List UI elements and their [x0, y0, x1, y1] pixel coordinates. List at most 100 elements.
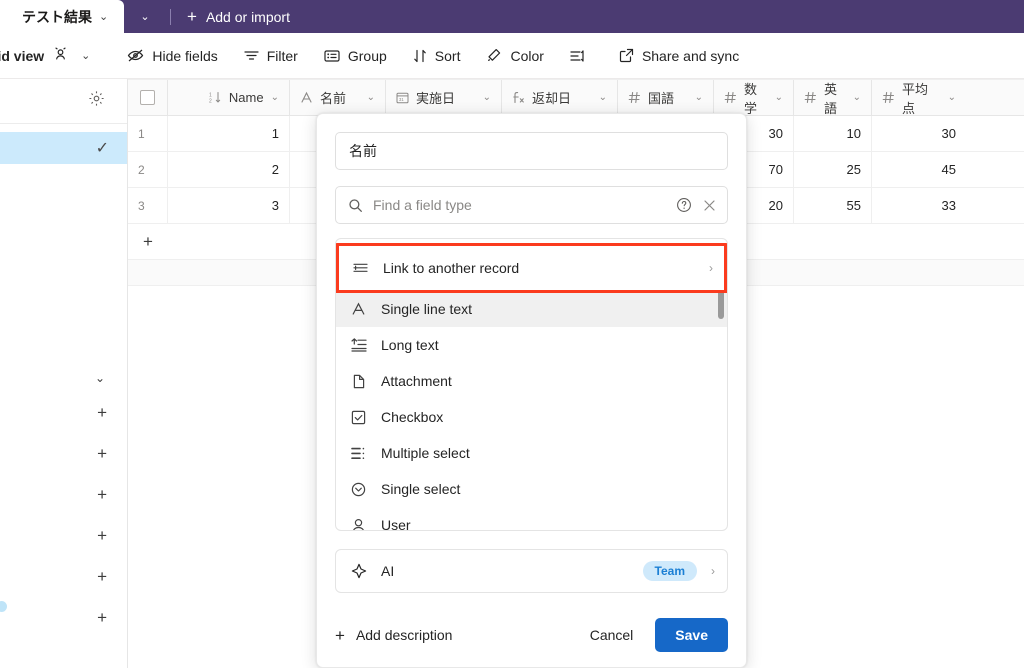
sidebar-item-selected[interactable]: ✓ — [0, 132, 127, 164]
sidebar-section-collapse[interactable]: ⌄ — [0, 364, 127, 392]
calendar-icon: 31 — [396, 91, 409, 104]
color-button[interactable]: Color — [473, 42, 556, 70]
plus-icon: + — [335, 625, 345, 645]
ai-label: AI — [381, 563, 395, 579]
sort-label: Sort — [434, 47, 461, 64]
column-header-heikinten[interactable]: 平均点 ⌄ — [872, 80, 966, 116]
cell-eigo[interactable]: 10 — [794, 116, 872, 151]
column-header-label: 平均点 — [902, 81, 929, 116]
search-icon — [348, 198, 363, 213]
field-type-checkbox[interactable]: Checkbox — [336, 399, 727, 435]
sidebar-add-item[interactable]: + — [0, 433, 127, 474]
column-header-eigo[interactable]: 英語 ⌄ — [794, 80, 872, 116]
group-label: Group — [347, 47, 387, 64]
help-circle-icon[interactable] — [676, 197, 692, 213]
cell-heikinten[interactable]: 33 — [872, 188, 966, 223]
cell-eigo[interactable]: 25 — [794, 152, 872, 187]
column-header-namae[interactable]: 名前 ⌄ — [290, 80, 386, 115]
column-header-suugaku[interactable]: 数学 ⌄ — [714, 80, 794, 116]
group-icon — [324, 49, 340, 63]
user-icon — [350, 518, 367, 530]
field-editor-popup: 名前 Find a field type Link to another rec… — [316, 113, 747, 668]
field-name-input[interactable]: 名前 — [335, 132, 728, 170]
cell-name[interactable]: 2 — [168, 152, 290, 187]
share-and-sync-button[interactable]: Share and sync — [606, 42, 752, 70]
column-header-label: 英語 — [824, 81, 838, 116]
plus-icon: + — [97, 607, 107, 627]
chevron-down-icon[interactable]: ⌄ — [695, 92, 703, 103]
search-input[interactable]: Find a field type — [373, 197, 666, 213]
column-header-label: 名前 — [320, 91, 347, 106]
filter-label: Filter — [266, 47, 298, 64]
cell-heikinten[interactable]: 30 — [872, 116, 966, 151]
checkbox-icon[interactable] — [140, 90, 155, 105]
field-type-scroll: Link to another record › Single line tex… — [336, 239, 727, 530]
add-or-import-button[interactable]: + Add or import — [175, 0, 302, 33]
chevron-down-icon[interactable]: ⌄ — [948, 92, 956, 103]
chevron-down-icon[interactable]: ⌄ — [99, 10, 108, 23]
chevron-down-icon[interactable]: ⌄ — [483, 92, 491, 103]
svg-text:2: 2 — [209, 99, 212, 105]
column-header-label: 実施日 — [416, 91, 456, 106]
save-button[interactable]: Save — [655, 618, 728, 652]
field-type-single-line-text[interactable]: Single line text — [336, 291, 727, 327]
long-text-icon — [350, 338, 367, 352]
column-header-henkyakubi[interactable]: 返却日 ⌄ — [502, 80, 618, 115]
chevron-down-icon: ⌄ — [94, 371, 105, 385]
column-header-kokugo[interactable]: 国語 ⌄ — [618, 80, 714, 115]
close-icon[interactable] — [702, 198, 717, 213]
field-type-multiple-select[interactable]: Multiple select — [336, 435, 727, 471]
plus-icon: + — [97, 566, 107, 586]
field-type-label: Single select — [381, 481, 461, 497]
tab-list-chevron-down-icon[interactable]: ⌄ — [124, 0, 166, 33]
field-type-user[interactable]: User — [336, 507, 727, 530]
plus-icon: + — [187, 7, 197, 26]
group-button[interactable]: Group — [311, 42, 400, 70]
view-selector[interactable]: rid view ⌄ — [0, 46, 90, 65]
sidebar-add-item[interactable]: + — [0, 597, 127, 638]
cell-heikinten[interactable]: 45 — [872, 152, 966, 187]
chevron-down-icon[interactable]: ⌄ — [271, 92, 279, 103]
filter-button[interactable]: Filter — [231, 42, 311, 70]
select-all-header[interactable] — [128, 80, 168, 115]
view-chevron-down-icon[interactable]: ⌄ — [81, 49, 90, 62]
field-type-search[interactable]: Find a field type — [335, 186, 728, 224]
chevron-right-icon: › — [709, 261, 713, 275]
sidebar-add-item[interactable]: + — [0, 392, 127, 433]
chevron-down-icon[interactable]: ⌄ — [599, 92, 607, 103]
app-root: テスト結果 ⌄ ⌄ + Add or import rid view ⌄ — [0, 0, 1024, 668]
add-description-label: Add description — [355, 627, 453, 643]
sidebar-add-item[interactable]: + — [0, 474, 127, 515]
column-header-label: Name — [228, 90, 264, 105]
field-type-long-text[interactable]: Long text — [336, 327, 727, 363]
cell-name[interactable]: 3 — [168, 188, 290, 223]
tab-test-results[interactable]: テスト結果 ⌄ — [0, 0, 124, 33]
hide-fields-label: Hide fields — [152, 47, 218, 64]
sidebar-add-item[interactable]: + — [0, 515, 127, 556]
chevron-down-icon[interactable]: ⌄ — [775, 92, 783, 103]
column-header-jisshibi[interactable]: 31 実施日 ⌄ — [386, 80, 502, 115]
add-or-import-label: Add or import — [205, 8, 290, 25]
column-header-name[interactable]: 12 Name ⌄ — [168, 80, 290, 115]
cell-eigo[interactable]: 55 — [794, 188, 872, 223]
checkbox-icon — [350, 410, 367, 425]
plus-icon: + — [97, 484, 107, 504]
sidebar-add-item[interactable]: + — [0, 556, 127, 597]
field-type-single-select[interactable]: Single select — [336, 471, 727, 507]
row-height-button[interactable] — [557, 43, 606, 69]
field-type-link-to-another-record[interactable]: Link to another record › — [336, 243, 727, 293]
number-icon — [628, 91, 641, 104]
chevron-down-icon[interactable]: ⌄ — [853, 92, 861, 103]
hide-fields-button[interactable]: Hide fields — [114, 42, 230, 70]
chevron-down-icon[interactable]: ⌄ — [367, 92, 375, 103]
cell-name[interactable]: 1 — [168, 116, 290, 151]
ai-field-type-row[interactable]: AI Team › — [335, 549, 728, 593]
cancel-button[interactable]: Cancel — [576, 619, 648, 651]
attachment-icon — [350, 374, 367, 389]
gear-icon[interactable] — [88, 90, 105, 112]
sidebar-settings-row — [0, 79, 127, 124]
sort-button[interactable]: Sort — [400, 42, 474, 70]
left-sidebar: ✓ ⌄ + + + + + + — [0, 79, 128, 668]
add-description-button[interactable]: + Add description — [335, 627, 452, 644]
field-type-attachment[interactable]: Attachment — [336, 363, 727, 399]
